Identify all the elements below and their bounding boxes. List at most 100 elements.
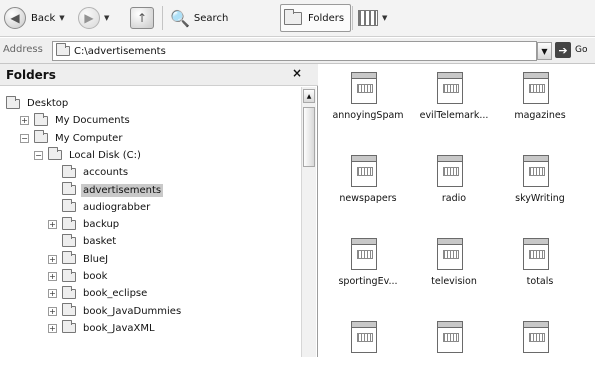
file-item[interactable] bbox=[323, 317, 413, 389]
views-icon bbox=[358, 10, 378, 26]
expand-icon[interactable]: + bbox=[48, 289, 57, 299]
close-icon[interactable]: × bbox=[292, 66, 302, 80]
file-item[interactable]: newspapers bbox=[323, 151, 413, 223]
expand-icon[interactable]: + bbox=[48, 323, 57, 333]
search-icon: 🔍 bbox=[170, 8, 190, 28]
file-label: evilTelemark... bbox=[419, 110, 489, 121]
tree-item[interactable]: advertisements bbox=[62, 182, 164, 199]
file-item[interactable]: radio bbox=[409, 151, 499, 223]
desktop-icon bbox=[6, 95, 20, 109]
document-icon bbox=[523, 72, 549, 104]
tree-item-label: Desktop bbox=[27, 98, 69, 109]
address-dropdown-button[interactable]: ▼ bbox=[537, 42, 552, 60]
address-input[interactable]: C:\advertisements bbox=[52, 41, 537, 61]
vertical-scrollbar[interactable]: ▲ bbox=[301, 87, 316, 357]
tree-item[interactable]: + book bbox=[48, 268, 109, 285]
folder-icon bbox=[62, 320, 76, 334]
folders-pane-header: Folders × bbox=[0, 64, 318, 86]
document-icon bbox=[523, 238, 549, 270]
folders-pane: Folders × Desktop + My Documents − My Comput… bbox=[0, 64, 318, 357]
tree-item[interactable]: + backup bbox=[48, 216, 121, 233]
tree-item-label: audiograbber bbox=[83, 201, 151, 213]
file-label: newspapers bbox=[339, 193, 397, 204]
collapse-icon[interactable]: − bbox=[34, 150, 43, 160]
folder-icon bbox=[62, 303, 76, 317]
file-label: magazines bbox=[514, 110, 566, 121]
folder-icon bbox=[62, 182, 76, 195]
tree-item[interactable]: basket bbox=[62, 233, 118, 250]
file-label: annoyingSpam bbox=[332, 110, 404, 121]
document-icon bbox=[437, 321, 463, 353]
views-button[interactable]: ▼ bbox=[358, 4, 387, 32]
views-dropdown-icon[interactable]: ▼ bbox=[382, 14, 387, 22]
up-folder-button[interactable]: ↑ bbox=[130, 4, 154, 32]
toolbar: ◀ Back ▼ ▶ ▼ ↑ 🔍 Search Folders ▼ bbox=[0, 0, 595, 37]
file-item[interactable]: skyWriting bbox=[495, 151, 585, 223]
document-icon bbox=[437, 155, 463, 187]
scroll-up-icon[interactable]: ▲ bbox=[303, 89, 315, 103]
folder-icon bbox=[62, 216, 76, 230]
expand-icon[interactable]: + bbox=[48, 272, 57, 281]
expand-icon[interactable]: + bbox=[48, 254, 57, 264]
tree-item[interactable]: accounts bbox=[62, 164, 130, 181]
tree-item-label: book bbox=[83, 271, 108, 282]
address-bar: Address C:\advertisements ▼ ➔ Go bbox=[0, 38, 595, 64]
folder-icon bbox=[62, 233, 76, 247]
collapse-icon[interactable]: − bbox=[20, 133, 29, 143]
back-dropdown-icon[interactable]: ▼ bbox=[59, 14, 64, 22]
tree-item[interactable]: − Local Disk (C:) bbox=[34, 147, 143, 164]
document-icon bbox=[437, 238, 463, 270]
document-icon bbox=[351, 155, 377, 187]
tree-item-label: Local Disk (C:) bbox=[69, 149, 141, 161]
forward-arrow-icon: ▶ bbox=[78, 7, 100, 29]
file-item[interactable]: annoyingSpam bbox=[323, 68, 413, 140]
document-icon bbox=[351, 72, 377, 104]
search-button[interactable]: 🔍 Search bbox=[170, 4, 228, 32]
tree-item[interactable]: + book_JavaXML bbox=[48, 320, 157, 337]
file-item[interactable]: sportingEv... bbox=[323, 234, 413, 306]
document-icon bbox=[523, 321, 549, 353]
tree-item-label: My Documents bbox=[55, 115, 130, 127]
file-item[interactable] bbox=[409, 317, 499, 389]
address-label: Address bbox=[3, 44, 43, 55]
file-view: annoyingSpam evilTelemark... magazines news… bbox=[319, 64, 595, 357]
tree-item[interactable]: + My Documents bbox=[20, 112, 132, 129]
folder-icon bbox=[62, 251, 76, 265]
file-label: television bbox=[431, 276, 477, 287]
drive-icon bbox=[48, 147, 62, 161]
tree-item[interactable]: audiograbber bbox=[62, 199, 152, 216]
go-button[interactable]: Go bbox=[575, 45, 587, 55]
scroll-thumb[interactable] bbox=[303, 107, 315, 167]
document-icon bbox=[437, 72, 463, 104]
folders-button[interactable]: Folders bbox=[280, 4, 352, 32]
tree-item[interactable]: + BlueJ bbox=[48, 251, 110, 268]
file-item[interactable]: television bbox=[409, 234, 499, 306]
tree-item-label: book_JavaDummies bbox=[83, 305, 182, 317]
tree-item[interactable]: + book_JavaDummies bbox=[48, 303, 183, 320]
file-item[interactable]: totals bbox=[495, 234, 585, 306]
expand-icon[interactable]: + bbox=[20, 116, 29, 126]
forward-button[interactable]: ▶ ▼ bbox=[78, 4, 109, 32]
expand-icon[interactable]: + bbox=[48, 220, 57, 230]
tree-item-label: book_JavaXML bbox=[83, 322, 155, 334]
folder-icon bbox=[34, 112, 48, 126]
file-label: totals bbox=[526, 276, 554, 287]
toolbar-divider bbox=[162, 6, 163, 30]
file-item[interactable] bbox=[495, 317, 585, 389]
tree-item-label: book_eclipse bbox=[83, 288, 148, 300]
expand-icon[interactable]: + bbox=[48, 306, 57, 316]
document-icon bbox=[351, 321, 377, 353]
toolbar-divider bbox=[352, 6, 353, 30]
go-arrow-icon[interactable]: ➔ bbox=[555, 42, 571, 58]
file-label: skyWriting bbox=[515, 193, 565, 204]
file-item[interactable]: evilTelemark... bbox=[409, 68, 499, 140]
back-label: Back bbox=[31, 12, 56, 24]
folder-icon bbox=[62, 285, 76, 299]
tree-item[interactable]: Desktop bbox=[6, 95, 70, 112]
tree-item[interactable]: − My Computer bbox=[20, 130, 124, 147]
back-button[interactable]: ◀ Back ▼ bbox=[4, 4, 65, 32]
file-item[interactable]: magazines bbox=[495, 68, 585, 140]
file-label: radio bbox=[441, 193, 467, 204]
tree-item[interactable]: + book_eclipse bbox=[48, 285, 149, 302]
forward-dropdown-icon[interactable]: ▼ bbox=[104, 14, 109, 22]
